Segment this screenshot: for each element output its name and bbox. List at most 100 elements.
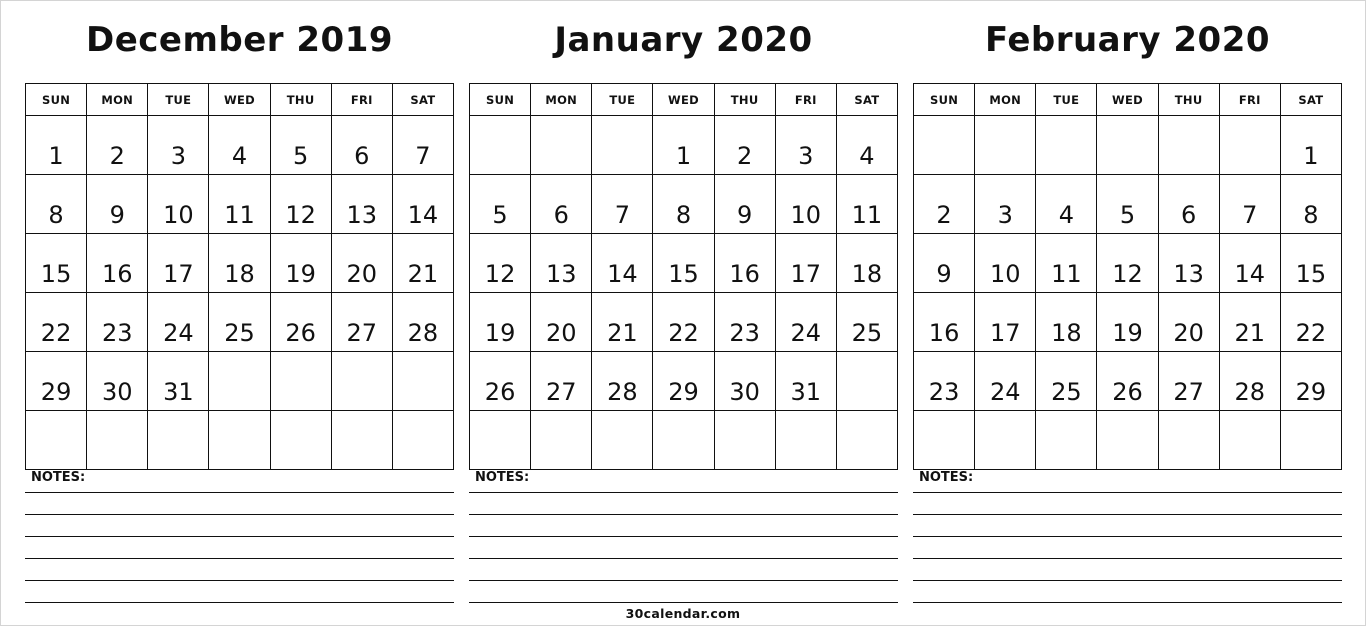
- day-cell: 16: [912, 292, 976, 352]
- weekday-header-row: SUN MON TUE WED THU FRI SAT: [24, 83, 455, 116]
- week-row: 1234567: [24, 115, 455, 175]
- notes-label: NOTES:: [31, 470, 86, 485]
- week-row: 15 16 17 18 19 20 21: [24, 233, 455, 293]
- empty-day-cell: [1096, 115, 1159, 175]
- week-row: 16 17 18 19 20 21 22: [912, 292, 1343, 352]
- day-cell: 18: [208, 233, 271, 293]
- day-cell: 1: [24, 115, 88, 175]
- empty-day-cell: [468, 115, 532, 175]
- empty-day-cell: [468, 410, 532, 470]
- day-cell: 11: [835, 174, 899, 234]
- day-cell: 21: [391, 233, 455, 293]
- day-cell: 5: [269, 115, 332, 175]
- week-row: 9 10 11 12 13 14 15: [912, 233, 1343, 293]
- notes-line: [469, 492, 898, 493]
- day-cell: 26: [269, 292, 332, 352]
- week-row: 12 13 14 15 16 17 18: [468, 233, 899, 293]
- day-cell: 19: [1096, 292, 1159, 352]
- empty-day-cell: [1279, 410, 1343, 470]
- weekday-header: MON: [530, 83, 593, 116]
- day-cell: 11: [208, 174, 271, 234]
- empty-day-cell: [330, 410, 393, 470]
- weekday-header: FRI: [1218, 83, 1281, 116]
- day-cell: 2: [86, 115, 149, 175]
- month-title: January 2020: [554, 20, 813, 60]
- weekday-header: SAT: [835, 83, 899, 116]
- day-cell: 7: [1218, 174, 1281, 234]
- week-row: 22 23 24 25 26 27 28: [24, 292, 455, 352]
- empty-day-cell: [912, 115, 976, 175]
- day-cell: 14: [391, 174, 455, 234]
- day-cell: 8: [652, 174, 715, 234]
- weekday-header: FRI: [330, 83, 393, 116]
- week-row: 1: [912, 115, 1343, 175]
- day-cell: 12: [468, 233, 532, 293]
- empty-day-cell: [1218, 410, 1281, 470]
- day-cell: 9: [86, 174, 149, 234]
- day-cell: 4: [835, 115, 899, 175]
- day-cell: 16: [713, 233, 776, 293]
- day-cell: 26: [468, 351, 532, 411]
- day-cell: 3: [774, 115, 837, 175]
- day-cell: 25: [1035, 351, 1098, 411]
- day-cell: 29: [1279, 351, 1343, 411]
- month-title: February 2020: [984, 20, 1271, 60]
- weekday-header: SAT: [391, 83, 455, 116]
- weekday-header: SUN: [24, 83, 88, 116]
- day-cell: 12: [269, 174, 332, 234]
- notes-line: [25, 514, 454, 515]
- notes-label: NOTES:: [475, 470, 530, 485]
- month-calendar: December 2019 SUN MON TUE WED THU FRI SAT 1 2 3 4 5 6…: [24, 0, 455, 626]
- weekday-header: THU: [1157, 83, 1220, 116]
- notes-line: [469, 558, 898, 559]
- weekday-header-row: SUN MON TUE WED THU FRI SAT: [468, 83, 899, 116]
- day-cell: 4: [1035, 174, 1098, 234]
- empty-day-cell: [835, 351, 899, 411]
- weekday-header-row: SUN MON TUE WED THU FRI SAT: [912, 83, 1343, 116]
- day-cell: 2: [713, 115, 776, 175]
- day-cell: 31: [147, 351, 210, 411]
- day-cell: 10: [974, 233, 1037, 293]
- day-cell: 23: [912, 351, 976, 411]
- notes-label: NOTES:: [919, 470, 974, 485]
- day-cell: 2: [912, 174, 976, 234]
- day-cell: 20: [1157, 292, 1220, 352]
- weekday-header: TUE: [147, 83, 210, 116]
- empty-day-cell: [1096, 410, 1159, 470]
- day-cell: 21: [1218, 292, 1281, 352]
- day-cell: 3: [974, 174, 1037, 234]
- day-cell: 29: [24, 351, 88, 411]
- week-row: 2345678: [912, 174, 1343, 234]
- empty-day-cell: [147, 410, 210, 470]
- week-row: 5 6 7 8 9 10 11: [468, 174, 899, 234]
- month-title: December 2019: [85, 20, 394, 60]
- day-cell: 21: [591, 292, 654, 352]
- day-cell: 28: [591, 351, 654, 411]
- day-cell: 6: [1157, 174, 1220, 234]
- weekday-header: WED: [652, 83, 715, 116]
- day-cell: 22: [652, 292, 715, 352]
- day-cell: 14: [1218, 233, 1281, 293]
- weekday-header: SAT: [1279, 83, 1343, 116]
- weekday-header: WED: [208, 83, 271, 116]
- notes-line: [913, 602, 1342, 603]
- weekday-header: THU: [269, 83, 332, 116]
- empty-day-cell: [208, 410, 271, 470]
- month-grid: SUN MON TUE WED THU FRI SAT 1 2 3 4 5 6 7 8 9 10 11 12 13 14…: [468, 83, 899, 470]
- weekday-header: THU: [713, 83, 776, 116]
- day-cell: 16: [86, 233, 149, 293]
- week-row: 26 27 28 29 30 31: [468, 351, 899, 411]
- day-cell: 23: [86, 292, 149, 352]
- day-cell: 9: [912, 233, 976, 293]
- empty-day-cell: [208, 351, 271, 411]
- notes-line: [469, 536, 898, 537]
- week-row: 19 20 21 22 23 24 25: [468, 292, 899, 352]
- notes-line: [25, 580, 454, 581]
- day-cell: 11: [1035, 233, 1098, 293]
- weekday-header: TUE: [591, 83, 654, 116]
- weekday-header: MON: [974, 83, 1037, 116]
- empty-day-cell: [912, 410, 976, 470]
- empty-day-cell: [974, 410, 1037, 470]
- day-cell: 28: [391, 292, 455, 352]
- notes-line: [25, 492, 454, 493]
